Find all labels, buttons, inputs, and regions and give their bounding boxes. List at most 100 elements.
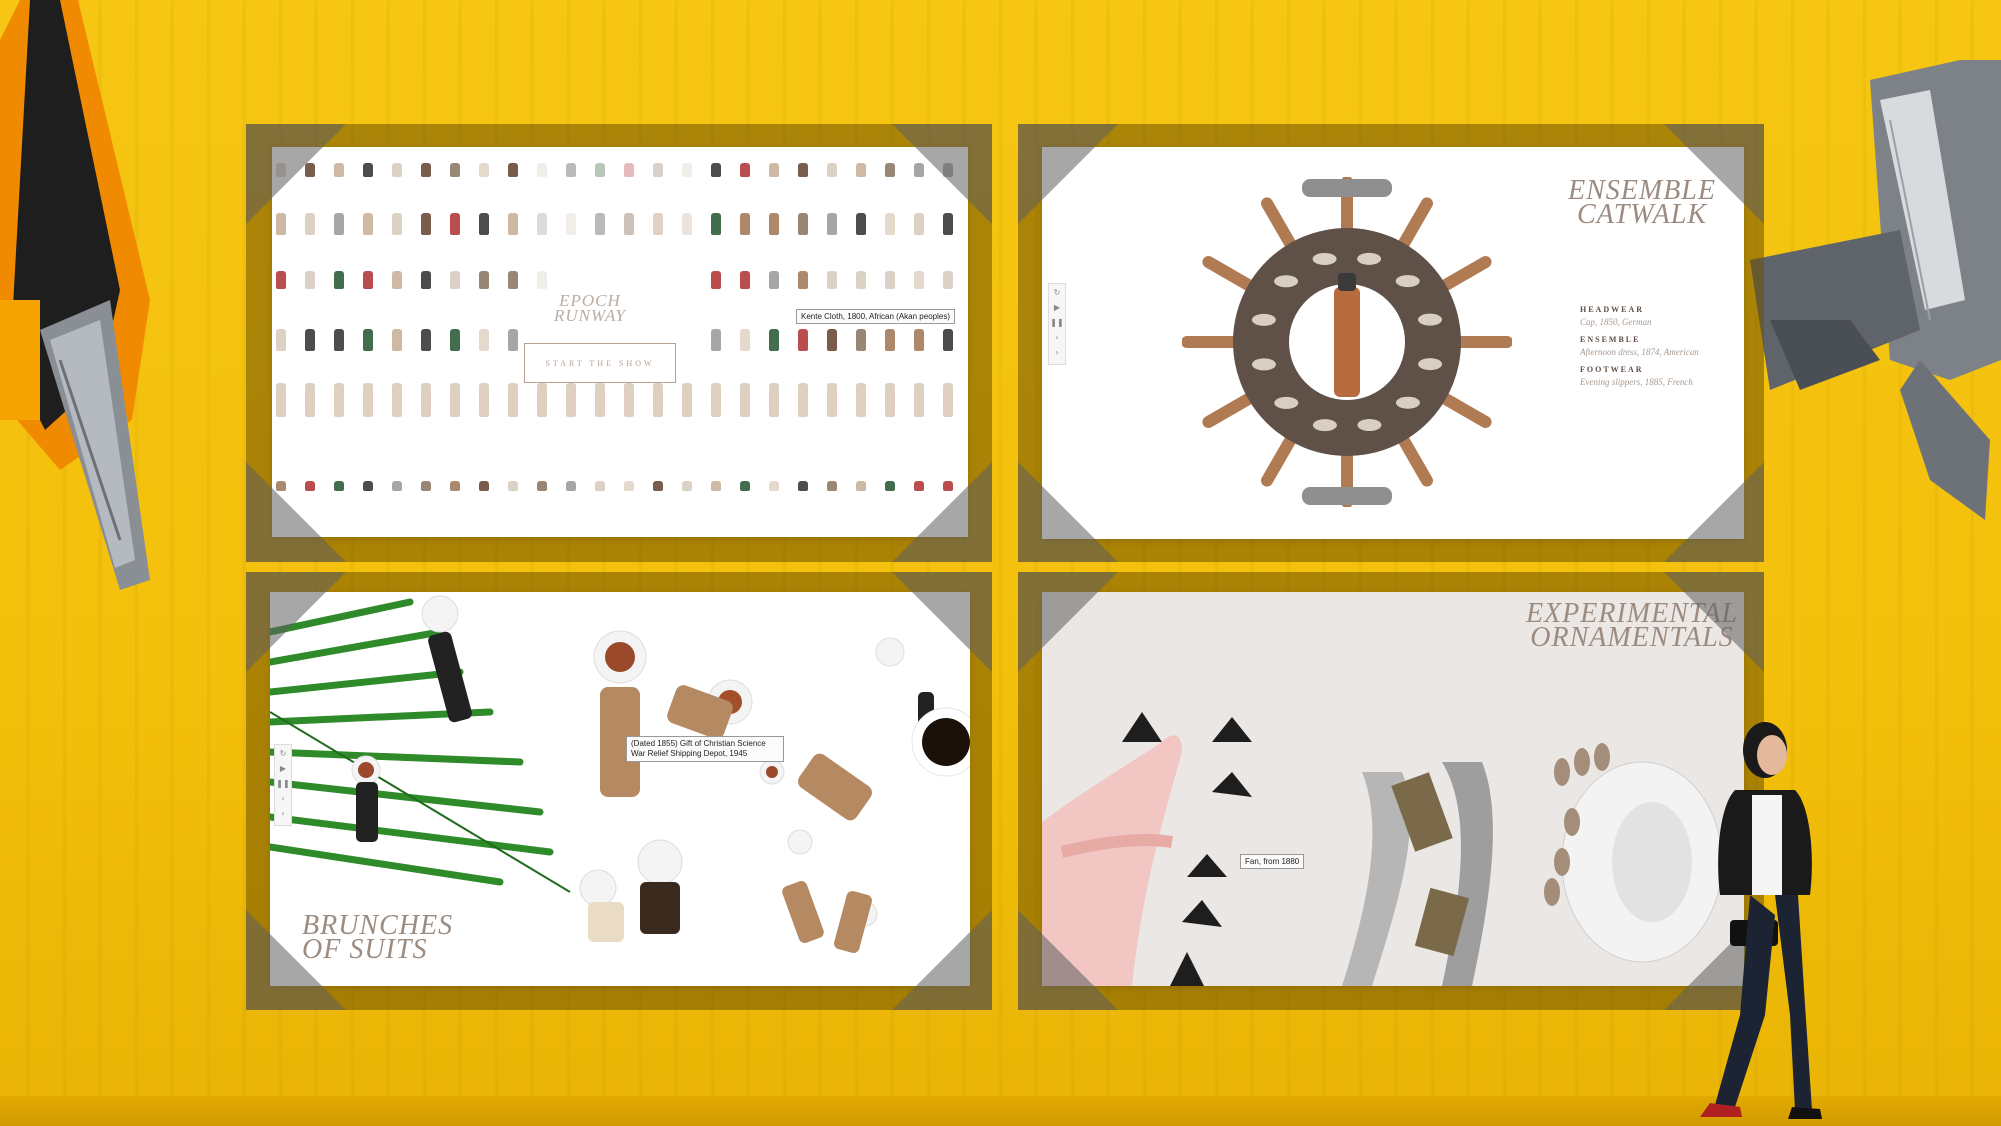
garment-thumbnail[interactable] (537, 213, 547, 235)
garment-thumbnail[interactable] (508, 271, 518, 289)
garment-thumbnail[interactable] (856, 329, 866, 351)
prev-icon[interactable]: ‹ (1055, 333, 1058, 342)
garment-thumbnail[interactable] (479, 329, 489, 351)
garment-thumbnail[interactable] (450, 383, 460, 417)
garment-thumbnail[interactable] (392, 329, 402, 351)
garment-thumbnail[interactable] (305, 383, 315, 417)
garment-thumbnail[interactable] (827, 213, 837, 235)
garment-thumbnail[interactable] (537, 481, 547, 491)
garment-thumbnail[interactable] (508, 383, 518, 417)
garment-thumbnail[interactable] (856, 271, 866, 289)
garment-thumbnail[interactable] (798, 163, 808, 177)
pause-icon[interactable]: ❚❚ (276, 779, 289, 788)
garment-thumbnail[interactable] (566, 213, 576, 235)
garment-thumbnail[interactable] (421, 271, 431, 289)
garment-thumbnail[interactable] (943, 329, 953, 351)
garment-thumbnail[interactable] (334, 383, 344, 417)
garment-thumbnail[interactable] (595, 383, 605, 417)
garment-thumbnail[interactable] (450, 213, 460, 235)
garment-thumbnail[interactable] (363, 481, 373, 491)
garment-thumbnail[interactable] (334, 329, 344, 351)
garment-thumbnail[interactable] (856, 213, 866, 235)
garment-thumbnail[interactable] (653, 481, 663, 491)
garment-thumbnail[interactable] (276, 383, 286, 417)
garment-thumbnail[interactable] (334, 271, 344, 289)
garment-thumbnail[interactable] (363, 163, 373, 177)
garment-thumbnail[interactable] (363, 383, 373, 417)
refresh-icon[interactable]: ↻ (280, 749, 287, 758)
garment-thumbnail[interactable] (798, 383, 808, 417)
garment-thumbnail[interactable] (479, 481, 489, 491)
play-icon[interactable]: ▶ (1054, 303, 1060, 312)
garment-thumbnail[interactable] (856, 163, 866, 177)
garment-thumbnail[interactable] (885, 383, 895, 417)
garment-thumbnail[interactable] (624, 481, 634, 491)
garment-thumbnail[interactable] (827, 329, 837, 351)
garment-thumbnail[interactable] (566, 383, 576, 417)
garment-thumbnail[interactable] (421, 383, 431, 417)
ensemble-catwalk-panel[interactable]: ↻ ▶ ❚❚ ‹ › ENSEMBLE CATWALK HEADWEAR Cap… (1042, 147, 1744, 539)
garment-thumbnail[interactable] (421, 163, 431, 177)
experimental-ornamentals-panel[interactable]: Fan, from 1880 EXPERIMENTAL ORNAMENTALS (1042, 592, 1744, 986)
garment-thumbnail[interactable] (711, 329, 721, 351)
refresh-icon[interactable]: ↻ (1054, 288, 1061, 297)
garment-thumbnail[interactable] (653, 163, 663, 177)
garment-thumbnail[interactable] (885, 271, 895, 289)
garment-thumbnail[interactable] (363, 213, 373, 235)
garment-thumbnail[interactable] (769, 329, 779, 351)
garment-thumbnail[interactable] (363, 271, 373, 289)
garment-thumbnail[interactable] (943, 383, 953, 417)
garment-thumbnail[interactable] (711, 271, 721, 289)
garment-thumbnail[interactable] (392, 213, 402, 235)
play-icon[interactable]: ▶ (280, 764, 286, 773)
garment-thumbnail[interactable] (827, 271, 837, 289)
garment-thumbnail[interactable] (827, 163, 837, 177)
garment-thumbnail[interactable] (595, 213, 605, 235)
next-icon[interactable]: › (281, 809, 284, 818)
garment-thumbnail[interactable] (595, 163, 605, 177)
garment-thumbnail[interactable] (363, 329, 373, 351)
garment-thumbnail[interactable] (421, 481, 431, 491)
next-icon[interactable]: › (1055, 348, 1058, 357)
garment-thumbnail[interactable] (914, 271, 924, 289)
garment-thumbnail[interactable] (827, 481, 837, 491)
garment-thumbnail[interactable] (392, 383, 402, 417)
garment-thumbnail[interactable] (769, 163, 779, 177)
garment-thumbnail[interactable] (711, 163, 721, 177)
garment-thumbnail[interactable] (392, 481, 402, 491)
garment-thumbnail[interactable] (711, 481, 721, 491)
garment-thumbnail[interactable] (653, 213, 663, 235)
pause-icon[interactable]: ❚❚ (1050, 318, 1063, 327)
garment-thumbnail[interactable] (479, 163, 489, 177)
garment-thumbnail[interactable] (682, 481, 692, 491)
garment-thumbnail[interactable] (798, 329, 808, 351)
garment-thumbnail[interactable] (624, 213, 634, 235)
garment-thumbnail[interactable] (653, 383, 663, 417)
brunches-of-suits-panel[interactable]: ↻ ▶ ❚❚ ‹ › (Dated 1855) Gift of Christia… (270, 592, 970, 986)
garment-thumbnail[interactable] (537, 271, 547, 289)
garment-thumbnail[interactable] (682, 383, 692, 417)
garment-thumbnail[interactable] (537, 383, 547, 417)
garment-thumbnail[interactable] (769, 481, 779, 491)
epoch-runway-panel[interactable]: EPOCH RUNWAY START THE SHOW Kente Cloth,… (272, 147, 968, 537)
garment-thumbnail[interactable] (508, 481, 518, 491)
prev-icon[interactable]: ‹ (281, 794, 284, 803)
garment-thumbnail[interactable] (305, 329, 315, 351)
garment-thumbnail[interactable] (769, 383, 779, 417)
garment-thumbnail[interactable] (508, 163, 518, 177)
garment-thumbnail[interactable] (769, 213, 779, 235)
garment-thumbnail[interactable] (537, 163, 547, 177)
garment-thumbnail[interactable] (508, 329, 518, 351)
garment-thumbnail[interactable] (682, 163, 692, 177)
garment-thumbnail[interactable] (305, 271, 315, 289)
garment-thumbnail[interactable] (450, 329, 460, 351)
garment-thumbnail[interactable] (740, 271, 750, 289)
garment-thumbnail[interactable] (566, 163, 576, 177)
garment-thumbnail[interactable] (798, 213, 808, 235)
start-show-button[interactable]: START THE SHOW (524, 343, 676, 383)
garment-thumbnail[interactable] (276, 329, 286, 351)
garment-thumbnail[interactable] (624, 383, 634, 417)
garment-thumbnail[interactable] (711, 213, 721, 235)
garment-thumbnail[interactable] (276, 271, 286, 289)
garment-thumbnail[interactable] (798, 271, 808, 289)
